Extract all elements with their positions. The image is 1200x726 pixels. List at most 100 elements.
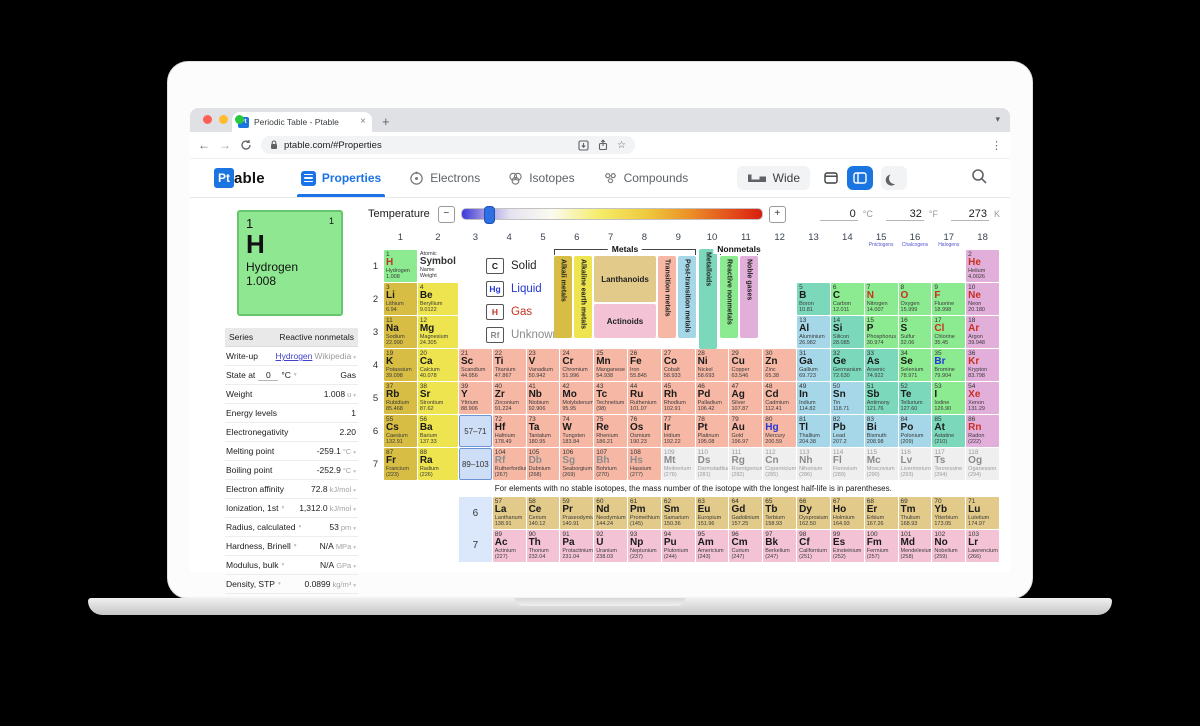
element-tile-Lv[interactable]: 116LvLivermorium(293) [899, 448, 932, 480]
tab-list-chevron-icon[interactable]: ▾ [995, 114, 1000, 125]
element-tile-Be[interactable]: 4BeBeryllium9.0122 [418, 283, 458, 315]
layout-sidebar-toggle-button[interactable] [847, 166, 873, 190]
element-tile-Sc[interactable]: 21ScScandium44.956 [459, 349, 492, 381]
value-dropdown-icon[interactable]: ▾ [353, 545, 356, 551]
element-tile-Ts[interactable]: 117TsTennessine(294) [932, 448, 965, 480]
element-tile-Hf[interactable]: 72HfHafnium178.49 [493, 415, 526, 447]
value-dropdown-icon[interactable]: ▾ [353, 507, 356, 513]
dark-mode-button[interactable] [881, 166, 907, 190]
element-tile-F[interactable]: 9FFluorine18.998 [932, 283, 965, 315]
group-number-12[interactable]: 12 [763, 233, 796, 250]
label-dropdown-icon[interactable]: ▾ [281, 562, 284, 568]
maximize-window-button[interactable] [235, 115, 244, 124]
group-number-1[interactable]: 1 [384, 233, 417, 250]
element-tile-Mo[interactable]: 42MoMolybdenum95.95 [560, 382, 593, 414]
share-icon[interactable] [598, 139, 608, 151]
element-tile-Md[interactable]: 101MdMendelevium(258) [899, 530, 932, 562]
label-dropdown-icon[interactable]: ▾ [298, 524, 301, 530]
element-tile-Ti[interactable]: 22TiTitanium47.867 [493, 349, 526, 381]
element-tile-Al[interactable]: 13AlAluminium26.982 [797, 316, 830, 348]
group-number-13[interactable]: 13 [797, 233, 830, 250]
period-number-2[interactable]: 2 [368, 294, 383, 305]
group-number-17[interactable]: 17Halogens [932, 233, 965, 250]
value-dropdown-icon[interactable]: ▾ [353, 564, 356, 570]
element-tile-Ru[interactable]: 44RuRuthenium101.07 [628, 382, 661, 414]
element-tile-Y[interactable]: 39YYttrium88.906 [459, 382, 492, 414]
element-tile-Zr[interactable]: 40ZrZirconium91.224 [493, 382, 526, 414]
label-dropdown-icon[interactable]: ▾ [281, 505, 284, 511]
element-tile-Ge[interactable]: 32GeGermanium72.630 [831, 349, 864, 381]
element-tile-Th[interactable]: 90ThThorium232.04 [527, 530, 560, 562]
element-tile-Po[interactable]: 84PoPolonium(209) [899, 415, 932, 447]
group-number-5[interactable]: 5 [527, 233, 560, 250]
element-tile-Sg[interactable]: 106SgSeaborgium(269) [560, 448, 593, 480]
element-tile-Ag[interactable]: 47AgSilver107.87 [729, 382, 762, 414]
element-tile-Tm[interactable]: 69TmThulium168.93 [899, 497, 932, 529]
element-tile-Rn[interactable]: 86RnRadon(222) [966, 415, 999, 447]
element-tile-N[interactable]: 7NNitrogen14.007 [865, 283, 898, 315]
element-tile-Cn[interactable]: 112CnCopernicium(285) [763, 448, 796, 480]
property-row-state-at[interactable]: State at0°C▾Gas [225, 366, 358, 385]
group-number-14[interactable]: 14 [831, 233, 864, 250]
element-tile-Te[interactable]: 52TeTellurium127.60 [899, 382, 932, 414]
address-bar[interactable]: ptable.com/#Properties ☆ [261, 136, 635, 154]
element-tile-P[interactable]: 15PPhosphorus30.974 [865, 316, 898, 348]
period-number-3[interactable]: 3 [368, 327, 383, 338]
ptable-logo[interactable]: Ptable [214, 168, 265, 188]
element-tile-U[interactable]: 92UUranium238.03 [594, 530, 627, 562]
element-tile-Er[interactable]: 68ErErbium167.26 [865, 497, 898, 529]
element-tile-Se[interactable]: 34SeSelenium78.971 [899, 349, 932, 381]
element-tile-Rb[interactable]: 37RbRubidium85.468 [384, 382, 417, 414]
bookmark-star-icon[interactable]: ☆ [617, 140, 626, 151]
browser-tab[interactable]: Pt Periodic Table - Ptable × [232, 112, 372, 132]
refresh-icon[interactable] [240, 139, 252, 151]
category-transition[interactable]: Transition metals [658, 256, 676, 338]
group-number-4[interactable]: 4 [493, 233, 526, 250]
element-tile-Br[interactable]: 35BrBromine79.904 [932, 349, 965, 381]
value-dropdown-icon[interactable]: ▾ [353, 583, 356, 589]
element-tile-He[interactable]: 2HeHelium4.0026 [966, 250, 999, 282]
element-tile-S[interactable]: 16SSulfur32.06 [899, 316, 932, 348]
element-tile-Pm[interactable]: 61PmPromethium(145) [628, 497, 661, 529]
label-dropdown-icon[interactable]: ▾ [294, 372, 297, 378]
temperature-minus-button[interactable]: − [438, 206, 455, 223]
element-tile-I[interactable]: 53IIodine126.90 [932, 382, 965, 414]
group-number-2[interactable]: 2 [418, 233, 458, 250]
element-tile-Mg[interactable]: 12MgMagnesium24.305 [418, 316, 458, 348]
temperature-slider[interactable] [461, 208, 763, 220]
element-tile-Ne[interactable]: 10NeNeon20.180 [966, 283, 999, 315]
element-tile-Bi[interactable]: 83BiBismuth208.98 [865, 415, 898, 447]
element-tile-W[interactable]: 74WTungsten183.84 [560, 415, 593, 447]
element-tile-At[interactable]: 85AtAstatine(210) [932, 415, 965, 447]
property-row-hardness-brinell[interactable]: Hardness, Brinell▾N/AMPa▾ [225, 537, 358, 556]
element-tile-Yb[interactable]: 70YbYtterbium173.05 [932, 497, 965, 529]
category-alkali[interactable]: Alkali metals [554, 256, 572, 338]
element-tile-Xe[interactable]: 54XeXenon131.29 [966, 382, 999, 414]
element-tile-Cs[interactable]: 55CsCaesium132.91 [384, 415, 417, 447]
element-tile-Nh[interactable]: 113NhNihonium(286) [797, 448, 830, 480]
element-tile-No[interactable]: 102NoNobelium(259) [932, 530, 965, 562]
tab-electrons[interactable]: Electrons [397, 159, 492, 197]
element-tile-Ni[interactable]: 28NiNickel58.693 [696, 349, 729, 381]
property-row-boiling-point[interactable]: Boiling point-252.9°C▾ [225, 461, 358, 480]
element-tile-Sn[interactable]: 50SnTin118.71 [831, 382, 864, 414]
property-row-melting-point[interactable]: Melting point-259.1°C▾ [225, 442, 358, 461]
element-tile-Re[interactable]: 75ReRhenium186.21 [594, 415, 627, 447]
element-tile-La[interactable]: 57LaLanthanum138.91 [493, 497, 526, 529]
celsius-input[interactable]: 0 [820, 208, 858, 221]
group-number-9[interactable]: 9 [662, 233, 695, 250]
category-alkaline[interactable]: Alkaline earth metals [574, 256, 592, 338]
element-tile-Ir[interactable]: 77IrIridium192.22 [662, 415, 695, 447]
temperature-plus-button[interactable]: + [769, 206, 786, 223]
element-tile-Ba[interactable]: 56BaBarium137.33 [418, 415, 458, 447]
fblock-placeholder-57–71[interactable]: 57–71 [459, 415, 492, 447]
element-tile-C[interactable]: 6CCarbon12.011 [831, 283, 864, 315]
install-icon[interactable] [578, 140, 589, 151]
close-window-button[interactable] [203, 115, 212, 124]
value-dropdown-icon[interactable]: ▾ [353, 355, 356, 361]
element-tile-Cr[interactable]: 24CrChromium51.996 [560, 349, 593, 381]
element-tile-Nd[interactable]: 60NdNeodymium144.24 [594, 497, 627, 529]
layout-top-toggle-button[interactable] [818, 166, 844, 190]
state-legend-liquid[interactable]: HgLiquid [486, 277, 559, 300]
element-tile-Nb[interactable]: 41NbNiobium92.906 [527, 382, 560, 414]
